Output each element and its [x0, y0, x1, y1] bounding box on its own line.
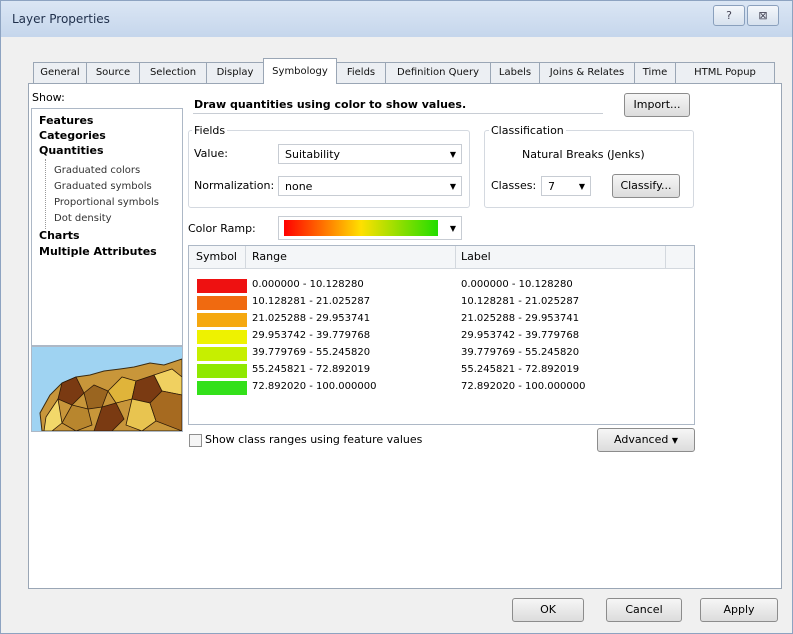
symbology-preview-map	[31, 346, 183, 432]
show-item-graduated-symbols[interactable]: Graduated symbols	[54, 181, 152, 192]
classification-group-label: Classification	[489, 124, 566, 137]
column-header-range[interactable]: Range	[252, 250, 287, 263]
class-symbol-swatch[interactable]	[197, 347, 247, 361]
normalization-field-select[interactable]: none ▼	[278, 176, 462, 196]
chevron-down-icon: ▼	[449, 150, 456, 159]
color-ramp-select[interactable]: ▼	[278, 216, 462, 240]
class-range[interactable]: 0.000000 - 10.128280	[252, 279, 364, 290]
column-header-symbol[interactable]: Symbol	[196, 250, 237, 263]
color-ramp-label: Color Ramp:	[188, 222, 256, 235]
symbology-description: Draw quantities using color to show valu…	[194, 98, 467, 111]
show-item-graduated-colors[interactable]: Graduated colors	[54, 165, 140, 176]
table-row[interactable]: 72.892020 - 100.000000 72.892020 - 100.00…	[189, 379, 694, 396]
show-item-proportional-symbols[interactable]: Proportional symbols	[54, 197, 159, 208]
table-row[interactable]: 21.025288 - 29.953741 21.025288 - 29.9537…	[189, 311, 694, 328]
tab-source[interactable]: Source	[86, 62, 140, 83]
table-row[interactable]: 39.779769 - 55.245820 39.779769 - 55.2458…	[189, 345, 694, 362]
advanced-button[interactable]: Advanced ▼	[597, 428, 695, 452]
advanced-button-label: Advanced	[614, 433, 669, 446]
help-button[interactable]: ?	[713, 5, 745, 26]
class-table: Symbol Range Label 0.000000 - 10.128280 0…	[188, 245, 695, 425]
show-item-dot-density[interactable]: Dot density	[54, 213, 112, 224]
class-label[interactable]: 55.245821 - 72.892019	[461, 364, 579, 375]
class-label[interactable]: 72.892020 - 100.000000	[461, 381, 585, 392]
fields-group	[188, 130, 470, 208]
class-label[interactable]: 0.000000 - 10.128280	[461, 279, 573, 290]
chevron-down-icon: ▼	[578, 182, 585, 191]
table-row[interactable]: 0.000000 - 10.128280 0.000000 - 10.128280	[189, 277, 694, 294]
classes-selected: 7	[548, 180, 555, 193]
apply-button[interactable]: Apply	[700, 598, 778, 622]
table-row[interactable]: 29.953742 - 39.779768 29.953742 - 39.7797…	[189, 328, 694, 345]
class-label[interactable]: 21.025288 - 29.953741	[461, 313, 579, 324]
class-symbol-swatch[interactable]	[197, 364, 247, 378]
class-symbol-swatch[interactable]	[197, 381, 247, 395]
show-label: Show:	[32, 91, 65, 104]
show-class-ranges-label: Show class ranges using feature values	[205, 433, 423, 446]
tab-joins-relates[interactable]: Joins & Relates	[539, 62, 635, 83]
ok-button[interactable]: OK	[512, 598, 584, 622]
class-symbol-swatch[interactable]	[197, 313, 247, 327]
class-symbol-swatch[interactable]	[197, 330, 247, 344]
classes-select[interactable]: 7 ▼	[541, 176, 591, 196]
tab-fields[interactable]: Fields	[336, 62, 386, 83]
column-divider	[455, 246, 456, 268]
value-field-selected: Suitability	[285, 148, 341, 161]
tab-definition-query[interactable]: Definition Query	[385, 62, 491, 83]
class-range[interactable]: 39.779769 - 55.245820	[252, 347, 370, 358]
value-field-select[interactable]: Suitability ▼	[278, 144, 462, 164]
column-header-label[interactable]: Label	[461, 250, 491, 263]
class-range[interactable]: 21.025288 - 29.953741	[252, 313, 370, 324]
chevron-down-icon: ▼	[671, 436, 678, 445]
table-row[interactable]: 10.128281 - 21.025287 10.128281 - 21.0252…	[189, 294, 694, 311]
show-item-multiple-attributes[interactable]: Multiple Attributes	[39, 245, 157, 258]
table-row[interactable]: 55.245821 - 72.892019 55.245821 - 72.8920…	[189, 362, 694, 379]
tab-html-popup[interactable]: HTML Popup	[675, 62, 775, 83]
cancel-button[interactable]: Cancel	[606, 598, 682, 622]
tab-display[interactable]: Display	[206, 62, 264, 83]
value-label: Value:	[194, 147, 228, 160]
show-list: Features Categories Quantities Graduated…	[31, 108, 183, 346]
close-button[interactable]: ⊠	[747, 5, 779, 26]
tab-selection[interactable]: Selection	[139, 62, 207, 83]
chevron-down-icon: ▼	[449, 224, 456, 233]
show-item-charts[interactable]: Charts	[39, 229, 80, 242]
import-button[interactable]: Import...	[624, 93, 690, 117]
africa-map-graphic	[39, 358, 182, 431]
tree-connector	[45, 159, 47, 229]
column-divider	[665, 246, 666, 268]
class-label[interactable]: 29.953742 - 39.779768	[461, 330, 579, 341]
chevron-down-icon: ▼	[449, 182, 456, 191]
tab-symbology[interactable]: Symbology	[263, 58, 337, 84]
color-ramp-swatch	[284, 220, 438, 236]
column-divider	[245, 246, 246, 268]
class-label[interactable]: 10.128281 - 21.025287	[461, 296, 579, 307]
class-label[interactable]: 39.779769 - 55.245820	[461, 347, 579, 358]
class-table-header: Symbol Range Label	[189, 246, 694, 269]
class-symbol-swatch[interactable]	[197, 279, 247, 293]
class-range[interactable]: 29.953742 - 39.779768	[252, 330, 370, 341]
show-item-quantities[interactable]: Quantities	[39, 144, 104, 157]
tab-time[interactable]: Time	[634, 62, 676, 83]
class-range[interactable]: 72.892020 - 100.000000	[252, 381, 376, 392]
class-range[interactable]: 10.128281 - 21.025287	[252, 296, 370, 307]
show-class-ranges-checkbox[interactable]	[189, 434, 202, 447]
header-divider	[193, 113, 603, 114]
show-item-categories[interactable]: Categories	[39, 129, 106, 142]
tab-labels[interactable]: Labels	[490, 62, 540, 83]
show-item-features[interactable]: Features	[39, 114, 93, 127]
classification-method: Natural Breaks (Jenks)	[522, 148, 645, 161]
normalization-field-selected: none	[285, 180, 313, 193]
fields-group-label: Fields	[192, 124, 228, 137]
classes-label: Classes:	[491, 179, 537, 192]
tab-general[interactable]: General	[33, 62, 87, 83]
classify-button[interactable]: Classify...	[612, 174, 680, 198]
window-title: Layer Properties	[12, 12, 110, 26]
class-symbol-swatch[interactable]	[197, 296, 247, 310]
class-range[interactable]: 55.245821 - 72.892019	[252, 364, 370, 375]
title-bar: Layer Properties ? ⊠	[1, 1, 792, 37]
normalization-label: Normalization:	[194, 179, 275, 192]
